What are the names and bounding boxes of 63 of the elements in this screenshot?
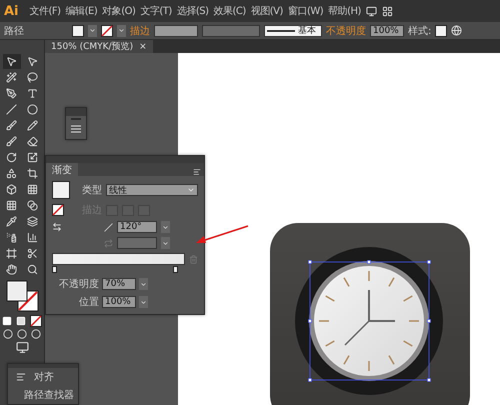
menu-item[interactable]: 对象(O) bbox=[102, 4, 136, 18]
stroke-weight-field[interactable] bbox=[154, 24, 198, 36]
fill-stroke-icon[interactable] bbox=[52, 204, 64, 216]
stroke-line-icon bbox=[267, 30, 295, 32]
none-mode-icon[interactable] bbox=[30, 315, 42, 327]
tab-close[interactable]: × bbox=[139, 42, 147, 52]
caret-icon bbox=[162, 240, 169, 246]
angle-dropdown[interactable] bbox=[161, 221, 170, 233]
location-field[interactable]: 100% bbox=[102, 296, 136, 308]
caret-icon bbox=[89, 27, 96, 34]
menu-item[interactable]: 文字(T) bbox=[140, 4, 172, 18]
align-icon bbox=[16, 372, 26, 382]
menu-item[interactable]: 文件(F) bbox=[30, 4, 61, 18]
menu-item[interactable]: 选择(S) bbox=[176, 4, 208, 18]
caret-icon bbox=[162, 224, 169, 230]
style-swatch[interactable] bbox=[435, 24, 448, 36]
screen-mode-icon bbox=[16, 341, 28, 354]
menu-item[interactable]: 编辑(E) bbox=[66, 4, 98, 18]
type-label: 类型 bbox=[82, 184, 102, 197]
opacity-field[interactable]: 70% bbox=[102, 278, 136, 290]
menu-item[interactable]: 视图(V) bbox=[250, 4, 283, 18]
panel-item-label[interactable]: 对齐 bbox=[34, 370, 54, 384]
gradient-ramp[interactable] bbox=[52, 253, 185, 265]
workspace-icon bbox=[382, 6, 393, 16]
stroke-swatch[interactable] bbox=[101, 24, 113, 36]
aspect-dropdown[interactable] bbox=[161, 237, 170, 249]
fill-dropdown[interactable] bbox=[88, 24, 97, 36]
app-logo: Ai bbox=[4, 4, 19, 18]
angle-field[interactable]: 120° bbox=[117, 221, 157, 233]
document-tab[interactable]: 150% (CMYK/预览) × bbox=[45, 40, 153, 53]
panel-header bbox=[66, 108, 86, 116]
caret-icon bbox=[118, 27, 125, 34]
location-dropdown[interactable] bbox=[139, 296, 148, 308]
brush-profile-field[interactable]: 基本 bbox=[264, 24, 322, 36]
caret-icon bbox=[140, 298, 147, 306]
menu-item[interactable]: 窗口(W) bbox=[288, 4, 324, 18]
reverse-gradient-icon bbox=[52, 222, 62, 232]
aspect-ratio-field[interactable] bbox=[117, 237, 157, 249]
style-label: 样式: bbox=[408, 24, 432, 38]
panel-tab[interactable]: 渐变 bbox=[46, 163, 78, 176]
pointer-arrow bbox=[194, 224, 250, 246]
variable-width-field[interactable] bbox=[202, 24, 260, 36]
stroke-dropdown[interactable] bbox=[117, 24, 126, 36]
panel-item-label[interactable]: 路径查找器 bbox=[24, 388, 74, 402]
fill-stroke-swatches-icon[interactable] bbox=[4, 279, 40, 313]
gradient-stop[interactable] bbox=[52, 266, 57, 273]
gradient-preview-swatch[interactable] bbox=[52, 181, 70, 199]
type-select[interactable]: 线性 bbox=[106, 184, 198, 196]
caret-icon bbox=[140, 280, 147, 288]
opacity-dropdown[interactable] bbox=[139, 278, 148, 290]
object-type-label: 路径 bbox=[4, 24, 24, 38]
menu-item[interactable]: 帮助(H) bbox=[328, 4, 361, 18]
selection-tool-icon[interactable] bbox=[2, 54, 20, 69]
fill-swatch[interactable] bbox=[72, 24, 84, 36]
location-label: 位置 bbox=[79, 296, 99, 309]
gradient-stop[interactable] bbox=[173, 266, 178, 273]
panel-menu-icon bbox=[193, 168, 201, 176]
menu-item[interactable]: 效果(C) bbox=[213, 4, 246, 18]
gradient-mode-icon[interactable] bbox=[16, 316, 26, 326]
opacity-label: 不透明度 bbox=[59, 278, 99, 291]
opacity-field[interactable]: 100% bbox=[370, 24, 404, 36]
color-mode-icon[interactable] bbox=[2, 316, 12, 326]
globe-icon bbox=[451, 25, 462, 36]
